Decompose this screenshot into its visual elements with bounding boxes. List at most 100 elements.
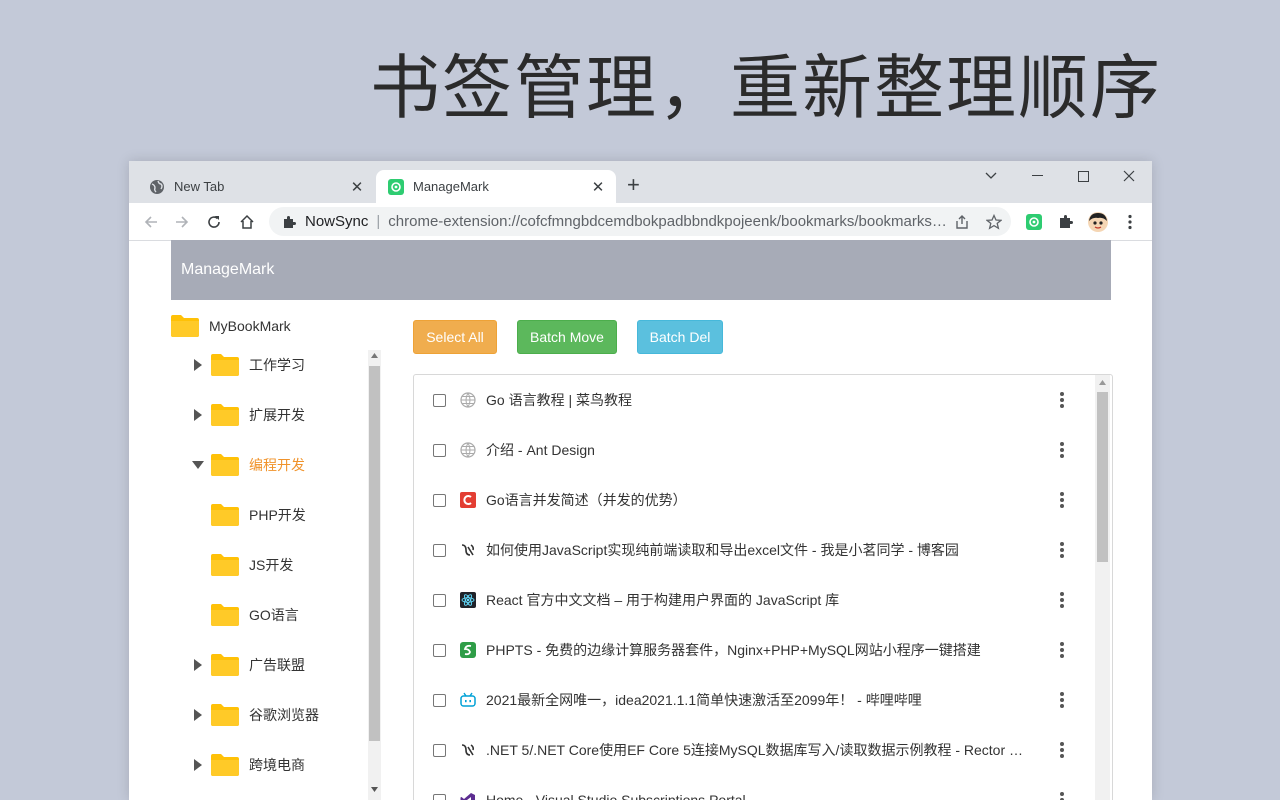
tree-item-php[interactable]: PHP开发 [191, 500, 306, 530]
more-vertical-icon[interactable] [1054, 490, 1070, 510]
batch-move-button[interactable]: Batch Move [517, 320, 617, 354]
vs-icon [460, 792, 476, 800]
folder-icon [211, 654, 239, 676]
tree-root-label: MyBookMark [209, 318, 291, 334]
tab-title: New Tab [174, 179, 225, 194]
list-item[interactable]: Go语言并发简述（并发的优势） [414, 475, 1094, 525]
bookmark-list: Go 语言教程 | 菜鸟教程 介绍 - Ant Design Go语言并发简述（… [413, 374, 1113, 800]
item-checkbox[interactable] [433, 543, 446, 557]
list-item[interactable]: Home - Visual Studio Subscriptions Porta… [414, 775, 1094, 800]
tree-scrollbar-thumb[interactable] [369, 366, 380, 741]
scroll-up-arrow-icon[interactable] [1099, 380, 1106, 385]
url-text: chrome-extension://cofcfmngbdcemdbokpadb… [388, 213, 949, 230]
list-item[interactable]: 如何使用JavaScript实现纯前端读取和导出excel文件 - 我是小茗同学… [414, 525, 1094, 575]
minimize-icon[interactable] [1014, 161, 1060, 191]
browser-window: New Tab ✕ ManageMark ✕ + NowSync | chrom… [129, 161, 1152, 800]
scroll-up-arrow-icon[interactable] [371, 353, 378, 358]
item-checkbox[interactable] [433, 493, 446, 507]
globe-icon [149, 179, 165, 195]
tree-root[interactable]: MyBookMark [171, 311, 291, 341]
phpts-icon [460, 642, 476, 658]
more-vertical-icon[interactable] [1054, 390, 1070, 410]
more-vertical-icon[interactable] [1054, 740, 1070, 760]
profile-avatar-icon[interactable] [1088, 212, 1108, 232]
tree-item-label: 工作学习 [249, 357, 305, 373]
item-checkbox[interactable] [433, 693, 446, 707]
share-icon[interactable] [953, 213, 971, 231]
tree-item-kuajing[interactable]: 跨境电商 [191, 750, 305, 780]
tab-new-tab[interactable]: New Tab ✕ [137, 170, 375, 203]
item-checkbox[interactable] [433, 793, 446, 800]
more-vertical-icon[interactable] [1054, 690, 1070, 710]
tree-item-gongzuo[interactable]: 工作学习 [191, 350, 305, 380]
folder-icon [211, 554, 239, 576]
caret-right-icon[interactable] [191, 758, 205, 772]
select-all-button[interactable]: Select All [413, 320, 497, 354]
folder-icon [211, 704, 239, 726]
tree-item-biancheng[interactable]: 编程开发 [191, 450, 305, 480]
maximize-icon[interactable] [1060, 161, 1106, 191]
item-checkbox[interactable] [433, 593, 446, 607]
tab-strip: New Tab ✕ ManageMark ✕ + [129, 161, 1152, 203]
list-item[interactable]: PHPTS - 免费的边缘计算服务器套件，Nginx+PHP+MySQL网站小程… [414, 625, 1094, 675]
bookmark-star-icon[interactable] [985, 213, 1003, 231]
tree-item-label: 扩展开发 [249, 407, 305, 423]
more-vertical-icon[interactable] [1054, 590, 1070, 610]
managemark-extension-icon[interactable] [1024, 212, 1044, 232]
list-item[interactable]: .NET 5/.NET Core使用EF Core 5连接MySQL数据库写入/… [414, 725, 1094, 775]
home-icon[interactable] [236, 211, 258, 233]
reload-icon[interactable] [203, 211, 225, 233]
bookmark-title: Go 语言教程 | 菜鸟教程 [486, 392, 632, 408]
puzzle-icon [281, 214, 297, 230]
more-vertical-icon[interactable] [1054, 440, 1070, 460]
extensions-puzzle-icon[interactable] [1056, 212, 1076, 232]
bookmark-title: PHPTS - 免费的边缘计算服务器套件，Nginx+PHP+MySQL网站小程… [486, 642, 981, 658]
close-icon[interactable]: ✕ [347, 178, 367, 196]
window-close-icon[interactable] [1106, 161, 1152, 191]
tree-item-guge[interactable]: 谷歌浏览器 [191, 700, 319, 730]
tree-scrollbar[interactable] [368, 350, 381, 800]
caret-down-icon[interactable] [191, 458, 205, 472]
list-item[interactable]: Go 语言教程 | 菜鸟教程 [414, 375, 1094, 425]
list-scrollbar-thumb[interactable] [1097, 392, 1108, 562]
item-checkbox[interactable] [433, 743, 446, 757]
caret-right-icon[interactable] [191, 658, 205, 672]
batch-del-button[interactable]: Batch Del [637, 320, 723, 354]
tree-item-label: PHP开发 [249, 507, 306, 523]
address-bar[interactable]: NowSync | chrome-extension://cofcfmngbdc… [269, 207, 1011, 236]
new-tab-plus-icon[interactable]: + [627, 174, 640, 196]
list-item[interactable]: 2021最新全网唯一，idea2021.1.1简单快速激活至2099年！ - 哔… [414, 675, 1094, 725]
cnblogs-icon [460, 542, 476, 558]
globe-gray-icon [460, 392, 476, 408]
chrome-menu-icon[interactable] [1120, 212, 1140, 232]
tree-item-label: 跨境电商 [249, 757, 305, 773]
scroll-down-arrow-icon[interactable] [371, 787, 378, 792]
tree-item-js[interactable]: JS开发 [191, 550, 293, 580]
caret-right-icon[interactable] [191, 358, 205, 372]
list-item[interactable]: React 官方中文文档 – 用于构建用户界面的 JavaScript 库 [414, 575, 1094, 625]
tree-item-label: GO语言 [249, 607, 299, 623]
bookmark-title: Home - Visual Studio Subscriptions Porta… [486, 792, 746, 800]
tree-item-label: 广告联盟 [249, 657, 305, 673]
list-scrollbar[interactable] [1095, 375, 1110, 800]
tree-item-kuozhan[interactable]: 扩展开发 [191, 400, 305, 430]
tree-item-guanggao[interactable]: 广告联盟 [191, 650, 305, 680]
forward-arrow-icon[interactable] [171, 211, 193, 233]
item-checkbox[interactable] [433, 643, 446, 657]
item-checkbox[interactable] [433, 443, 446, 457]
list-item[interactable]: 介绍 - Ant Design [414, 425, 1094, 475]
page-headline: 书签管理，重新整理顺序 [370, 47, 1162, 129]
bookmark-title: React 官方中文文档 – 用于构建用户界面的 JavaScript 库 [486, 592, 840, 608]
tab-search-chevron-icon[interactable] [968, 161, 1014, 191]
tab-managemark[interactable]: ManageMark ✕ [376, 170, 616, 203]
tree-item-go[interactable]: GO语言 [191, 600, 299, 630]
more-vertical-icon[interactable] [1054, 640, 1070, 660]
close-icon[interactable]: ✕ [588, 178, 608, 196]
omnibox-separator: | [376, 213, 381, 230]
more-vertical-icon[interactable] [1054, 790, 1070, 800]
item-checkbox[interactable] [433, 393, 446, 407]
back-arrow-icon[interactable] [140, 211, 162, 233]
caret-right-icon[interactable] [191, 408, 205, 422]
caret-right-icon[interactable] [191, 708, 205, 722]
more-vertical-icon[interactable] [1054, 540, 1070, 560]
